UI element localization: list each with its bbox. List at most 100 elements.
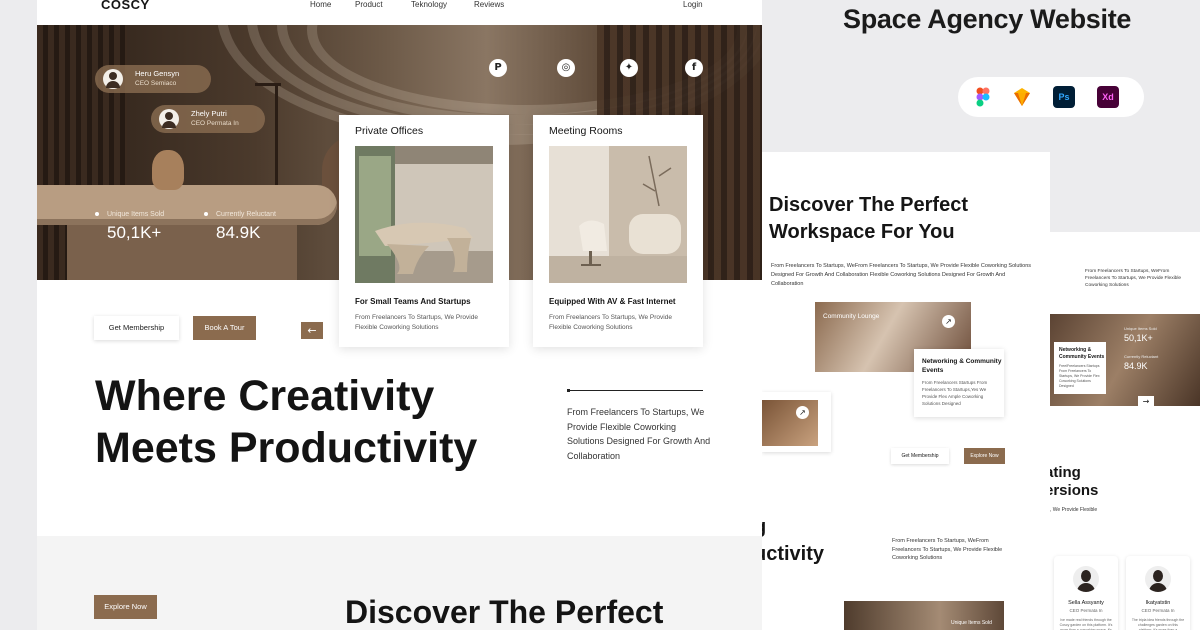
person-role: CEO Semiaco [135,80,177,87]
avatar [159,109,179,129]
preview2-description: From Freelancers To Startups, WeFrom Fre… [771,263,1032,287]
meeting-room-illustration [549,146,687,283]
person-role: CEO Permata In [191,120,239,127]
preview2-bottom-image: Unique Items Sold [844,601,1004,630]
stat-value: 50,1K+ [1124,333,1153,343]
card-subtitle: For Small Teams And Startups [355,297,471,306]
avatar [1073,566,1099,592]
preview-page-3: From Freelancers To Startups, WeFrom Fre… [1050,232,1200,630]
person-name: Zhely Putri [191,109,227,118]
arrow-left-button[interactable]: ← [301,322,323,339]
headline-line-2: ersions [1050,482,1099,499]
xd-icon: Xd [1097,86,1119,108]
stat-label: Unique Items Sold [951,620,992,626]
instagram-icon[interactable]: ◎ [557,59,575,77]
pinterest-icon[interactable]: P [489,59,507,77]
small-photo-card: ↗ [762,392,831,452]
testimonial-quote: The tripla idea friends through the chal… [1131,618,1185,630]
main-page-preview: COSCY Home Product Teknology Reviews Log… [37,0,762,630]
preview2-title: Discover The Perfect Workspace For You [769,194,968,243]
design-tools-bar: Ps Xd [958,77,1144,117]
card-image [549,146,687,283]
main-headline: Where Creativity Meets Productivity [95,370,477,474]
networking-card: Networking & Community Events FreelFreel… [1054,342,1106,394]
stat-currently-reluctant: Currently Reluctant 84.9K [204,211,276,243]
person-name: Heru Gensyn [135,69,180,78]
networking-card: Networking & Community Events From Freel… [914,349,1004,417]
headline-line-2: uctivity [762,543,825,565]
figma-icon [972,86,994,108]
stat-unique-items: Unique Items Sold 50,1K+ [95,211,164,243]
stat-label: Currently Reluctant [204,211,276,218]
person-pill: Heru Gensyn CEO Semiaco [95,65,211,93]
networking-description: FreelFreelancers Startups From Freelance… [1059,364,1100,388]
stat-currently-reluctant: Currently Reluctant 84.9K [1124,354,1158,371]
stat-value: 84.9K [216,223,261,242]
testimonial-role: CEO Permata In [1141,608,1175,613]
brand-logo[interactable]: COSCY [101,0,150,12]
tagline-divider [567,389,703,392]
twitter-icon[interactable]: ✦ [620,59,638,77]
get-membership-button[interactable]: Get Membership [891,448,949,464]
testimonial-role: CEO Permata In [1069,608,1103,613]
preview-page-2: Discover The Perfect Workspace For You F… [762,152,1050,630]
card-private-offices[interactable]: Private Offices For Small Teams And Star… [339,115,509,347]
arrow-up-right-icon[interactable]: ↗ [796,406,809,419]
top-nav: COSCY Home Product Teknology Reviews Log… [37,0,762,25]
avatar [1145,566,1171,592]
card-description: From Freelancers To Startups, We Provide… [355,314,478,331]
hero-vase [152,150,184,190]
card-title: Private Offices [355,125,424,137]
nav-link-reviews[interactable]: Reviews [474,0,504,9]
get-membership-button[interactable]: Get Membership [94,316,179,340]
explore-now-button[interactable]: Explore Now [94,595,157,619]
networking-description: From Freelancers Startups From Freelance… [922,380,988,406]
preview2-tagline: From Freelancers To Startups, WeFrom Fre… [892,538,1003,561]
nav-link-login[interactable]: Login [683,0,703,9]
card-image [355,146,493,283]
card-title: Meeting Rooms [549,125,623,137]
headline-line-1: g [762,514,824,541]
photo-label: Community Lounge [823,313,880,320]
sketch-icon [1011,86,1033,108]
headline-line-1: Where Creativity [95,372,435,420]
tagline-text: From Freelancers To Startups, We Provide… [567,407,711,461]
hero-lamp [275,85,278,190]
headline-line-2: Meets Productivity [95,424,478,472]
preview3-description: From Freelancers To Startups, WeFrom Fre… [1085,269,1182,288]
testimonial-card: Ikatyatstin CEO Permata In The tripla id… [1126,556,1190,630]
hero-table [37,185,337,225]
stat-value: 50,1K+ [107,223,162,242]
photoshop-icon: Ps [1053,86,1075,108]
explore-now-button[interactable]: Explore Now [964,448,1005,464]
preview3-tagline: , We Provide Flexible [1050,507,1098,513]
card-meeting-rooms[interactable]: Meeting Rooms Equipped With AV & Fast In… [533,115,703,347]
stat-label: Unique Items Sold [95,211,164,218]
networking-title: Networking & Community Events [1059,347,1105,360]
testimonial-card: Sella Assyanty CEO Permata In Ive made r… [1054,556,1118,630]
stat-unique-items: Unique Items Sold 50,1K+ [1124,326,1157,343]
small-photo [762,400,818,446]
person-pill: Zhely Putri CEO Permata In [151,105,265,133]
arrow-up-right-icon[interactable]: ↗ [942,315,955,328]
nav-link-home[interactable]: Home [310,0,331,9]
nav-link-product[interactable]: Product [355,0,383,9]
arrow-right-button[interactable]: → [1138,396,1154,407]
private-office-illustration [355,146,493,283]
headline-line-1: ating [1050,464,1081,481]
card-description: From Freelancers To Startups, We Provide… [549,314,672,331]
facebook-icon[interactable]: f [685,59,703,77]
book-a-tour-button[interactable]: Book A Tour [193,316,256,340]
discover-title: Discover The Perfect [345,594,664,630]
testimonial-quote: Ive made real friends through the Coscy … [1059,618,1113,630]
showcase-title: Space Agency Website [843,4,1132,34]
testimonial-name: Sella Assyanty [1068,600,1104,606]
testimonial-name: Ikatyatstin [1145,600,1171,606]
preview2-headline: g uctivity [762,514,824,568]
card-subtitle: Equipped With AV & Fast Internet [549,297,676,306]
networking-title: Networking & Community Events [922,358,1002,374]
stat-label: Currently Reluctant [1124,354,1159,359]
preview3-headline: ating ersions [1050,464,1098,500]
stat-value: 84.9K [1124,361,1148,371]
nav-link-teknology[interactable]: Teknology [411,0,447,9]
